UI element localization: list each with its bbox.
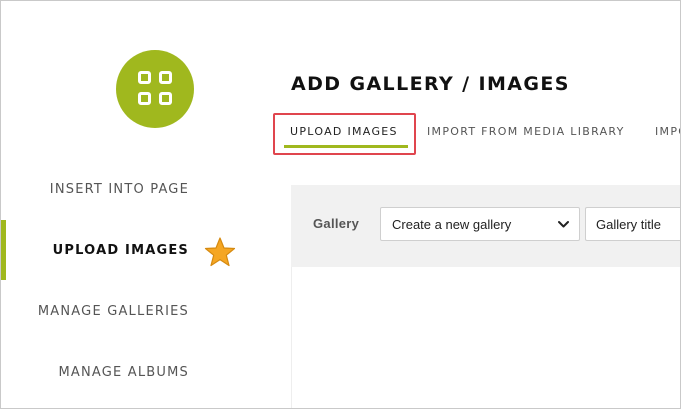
star-icon <box>204 237 236 267</box>
tab-import-from-media-library[interactable]: IMPORT FROM MEDIA LIBRARY <box>427 125 625 138</box>
upload-dropzone[interactable] <box>291 267 680 408</box>
logo-grid-icon <box>116 50 194 128</box>
sidebar-item-manage-albums[interactable]: MANAGE ALBUMS <box>58 365 189 380</box>
sidebar-item-manage-galleries[interactable]: MANAGE GALLERIES <box>38 304 189 319</box>
highlight-annotation-box <box>273 113 416 155</box>
gallery-select-value: Create a new gallery <box>392 217 512 232</box>
sidebar-item-upload-images[interactable]: UPLOAD IMAGES <box>53 243 189 258</box>
gallery-label: Gallery <box>313 216 360 231</box>
sidebar-active-indicator <box>1 220 6 280</box>
tab-import-truncated[interactable]: IMPO <box>655 125 680 138</box>
app-window: INSERT INTO PAGE UPLOAD IMAGES MANAGE GA… <box>0 0 681 409</box>
gallery-title-input[interactable] <box>585 207 680 241</box>
chevron-down-icon <box>558 221 569 228</box>
gallery-select[interactable]: Create a new gallery <box>380 207 580 241</box>
sidebar-item-insert-into-page[interactable]: INSERT INTO PAGE <box>50 182 189 197</box>
page-title: ADD GALLERY / IMAGES <box>291 73 570 95</box>
